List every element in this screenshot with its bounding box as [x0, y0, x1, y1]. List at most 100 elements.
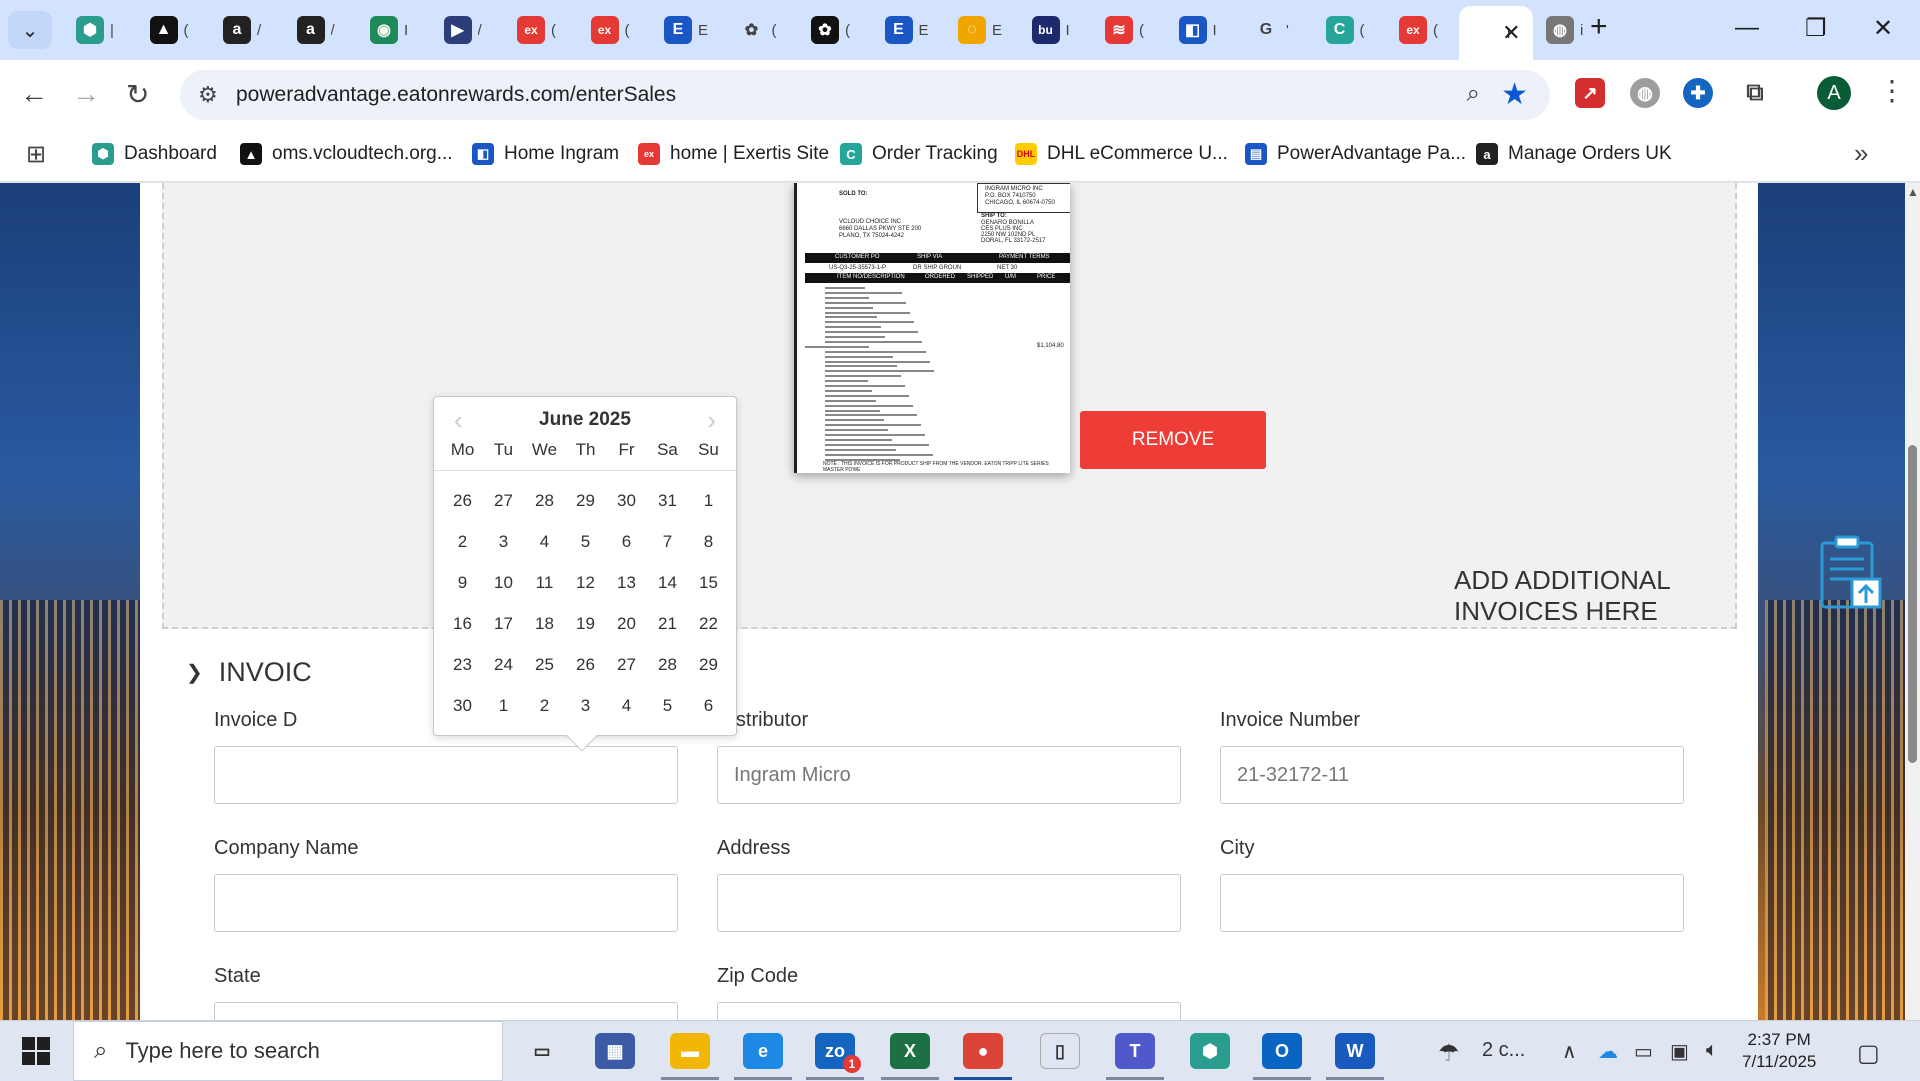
bookmark-item[interactable]: ▲ oms.vcloudtech.org...: [240, 138, 453, 170]
browser-tab[interactable]: bu I: [1018, 9, 1084, 51]
calendar-day[interactable]: 2: [524, 696, 565, 716]
calendar-day[interactable]: 29: [565, 491, 606, 511]
calendar-day[interactable]: 31: [647, 491, 688, 511]
calendar-day[interactable]: 24: [483, 655, 524, 675]
bookmark-item[interactable]: C Order Tracking: [840, 138, 998, 170]
zoho-icon[interactable]: zo 1: [815, 1033, 861, 1073]
calendar-day[interactable]: 28: [524, 491, 565, 511]
calendar-day[interactable]: 8: [688, 532, 729, 552]
city-input[interactable]: [1220, 874, 1684, 932]
chrome-icon[interactable]: ●: [963, 1033, 1003, 1069]
calendar-day[interactable]: 5: [565, 532, 606, 552]
remove-invoice-button[interactable]: REMOVE: [1080, 411, 1266, 469]
calculator-icon[interactable]: ▦: [595, 1033, 635, 1069]
back-icon[interactable]: ←: [20, 78, 48, 110]
browser-tab[interactable]: G ': [1238, 9, 1304, 51]
calendar-day[interactable]: 17: [483, 614, 524, 634]
calendar-day[interactable]: 13: [606, 573, 647, 593]
calendar-day[interactable]: 23: [442, 655, 483, 675]
invoice-number-input[interactable]: 21-32172-11: [1220, 746, 1684, 804]
show-hidden-icons[interactable]: ∧: [1562, 1039, 1577, 1064]
state-input[interactable]: [214, 1002, 678, 1020]
scrollbar-thumb[interactable]: [1908, 445, 1917, 763]
calendar-day[interactable]: 7: [647, 532, 688, 552]
browser-tab[interactable]: ◌ E: [944, 9, 1010, 51]
distributor-input[interactable]: Ingram Micro: [717, 746, 1181, 804]
browser-tab[interactable]: EE: [650, 9, 716, 51]
browser-tab[interactable]: ⬢ |: [62, 9, 128, 51]
calendar-day[interactable]: 1: [483, 696, 524, 716]
bookmark-item[interactable]: DHL DHL eCommerce U...: [1015, 138, 1228, 170]
calendar-day[interactable]: 28: [647, 655, 688, 675]
new-tab-button[interactable]: +: [1590, 12, 1608, 42]
calendar-day[interactable]: 20: [606, 614, 647, 634]
calendar-day[interactable]: 27: [606, 655, 647, 675]
browser-tab[interactable]: C(: [1312, 9, 1378, 51]
calendar-day[interactable]: 22: [688, 614, 729, 634]
notifications-icon[interactable]: ▢: [1857, 1039, 1880, 1068]
next-month-icon[interactable]: ›: [707, 405, 716, 436]
browser-tab[interactable]: ▶ /: [430, 9, 496, 51]
scroll-up-icon[interactable]: ▲: [1907, 185, 1919, 199]
calendar-day[interactable]: 15: [688, 573, 729, 593]
teams-icon[interactable]: T: [1115, 1033, 1155, 1069]
taskbar-search-box[interactable]: ⌕ Type here to search: [73, 1021, 503, 1081]
chevron-down-icon[interactable]: ❯: [186, 660, 203, 685]
word-icon[interactable]: W: [1335, 1033, 1375, 1069]
calendar-day[interactable]: 16: [442, 614, 483, 634]
calendar-day[interactable]: 25: [524, 655, 565, 675]
browser-tab[interactable]: a /: [209, 9, 275, 51]
task-view-icon[interactable]: ▭: [522, 1033, 562, 1069]
add-invoices-label[interactable]: ADD ADDITIONAL INVOICES HERE: [1454, 565, 1735, 627]
file-explorer-icon[interactable]: ▬: [670, 1033, 710, 1069]
calendar-day[interactable]: 26: [442, 491, 483, 511]
site-info-icon[interactable]: ⚙: [198, 82, 218, 108]
calendar-day[interactable]: 2: [442, 532, 483, 552]
calendar-day[interactable]: 27: [483, 491, 524, 511]
invoice-section-header[interactable]: ❯ INVOIC: [186, 657, 312, 688]
pdf-extension-icon[interactable]: ↗: [1575, 78, 1605, 108]
browser-tab[interactable]: ✿(: [724, 9, 790, 51]
url-text[interactable]: poweradvantage.eatonrewards.com/enterSal…: [236, 83, 676, 107]
weather-text[interactable]: 2 c...: [1482, 1039, 1525, 1062]
bookmark-item[interactable]: ▤ PowerAdvantage Pa...: [1245, 138, 1466, 170]
address-bar[interactable]: ⚙ poweradvantage.eatonrewards.com/enterS…: [180, 70, 1550, 120]
browser-menu-icon[interactable]: ⋮: [1878, 74, 1906, 107]
calendar-day[interactable]: 3: [565, 696, 606, 716]
onedrive-icon[interactable]: ☁: [1598, 1039, 1618, 1064]
volume-icon[interactable]: 🔈︎: [1706, 1039, 1718, 1062]
calendar-day[interactable]: 26: [565, 655, 606, 675]
clipboard-upload-icon[interactable]: [1816, 533, 1882, 611]
excel-icon[interactable]: X: [890, 1033, 930, 1069]
invoice-date-input[interactable]: [214, 746, 678, 804]
calendar-day[interactable]: 21: [647, 614, 688, 634]
browser-tab[interactable]: ◍ i: [1532, 9, 1598, 51]
hexagon-app-icon[interactable]: ⬢: [1190, 1033, 1230, 1069]
calendar-day[interactable]: 5: [647, 696, 688, 716]
calendar-day[interactable]: 30: [606, 491, 647, 511]
forward-icon[interactable]: →: [72, 78, 100, 110]
calendar-day[interactable]: 19: [565, 614, 606, 634]
system-clock[interactable]: 2:37 PM 7/11/2025: [1742, 1029, 1816, 1073]
date-picker-month[interactable]: June 2025: [434, 409, 736, 431]
browser-tab[interactable]: a /: [283, 9, 349, 51]
tab-search-button[interactable]: ⌄: [8, 11, 52, 49]
battery-icon[interactable]: ▭: [1634, 1039, 1653, 1064]
calendar-day[interactable]: 9: [442, 573, 483, 593]
bookmark-star-icon[interactable]: ★: [1501, 77, 1528, 112]
calendar-day[interactable]: 3: [483, 532, 524, 552]
calendar-day[interactable]: 30: [442, 696, 483, 716]
browser-tab[interactable]: EE: [871, 9, 937, 51]
windows-start-icon[interactable]: [22, 1037, 50, 1065]
calendar-day[interactable]: 18: [524, 614, 565, 634]
reload-icon[interactable]: ↻: [126, 78, 149, 111]
zip-code-input[interactable]: [717, 1002, 1181, 1020]
active-tab[interactable]: I ✕: [1458, 6, 1533, 60]
profile-avatar[interactable]: A: [1817, 76, 1851, 110]
calendar-day[interactable]: 1: [688, 491, 729, 511]
invoice-upload-zone[interactable]: SOLD TO: INGRAM MICRO INC P.O. BOX 7410750…: [162, 183, 1882, 629]
apps-grid-icon[interactable]: ⊞: [26, 140, 46, 169]
calendar-day[interactable]: 11: [524, 573, 565, 593]
browser-tab[interactable]: ◧ I: [1165, 9, 1231, 51]
browser-tab[interactable]: ◉ I: [356, 9, 422, 51]
